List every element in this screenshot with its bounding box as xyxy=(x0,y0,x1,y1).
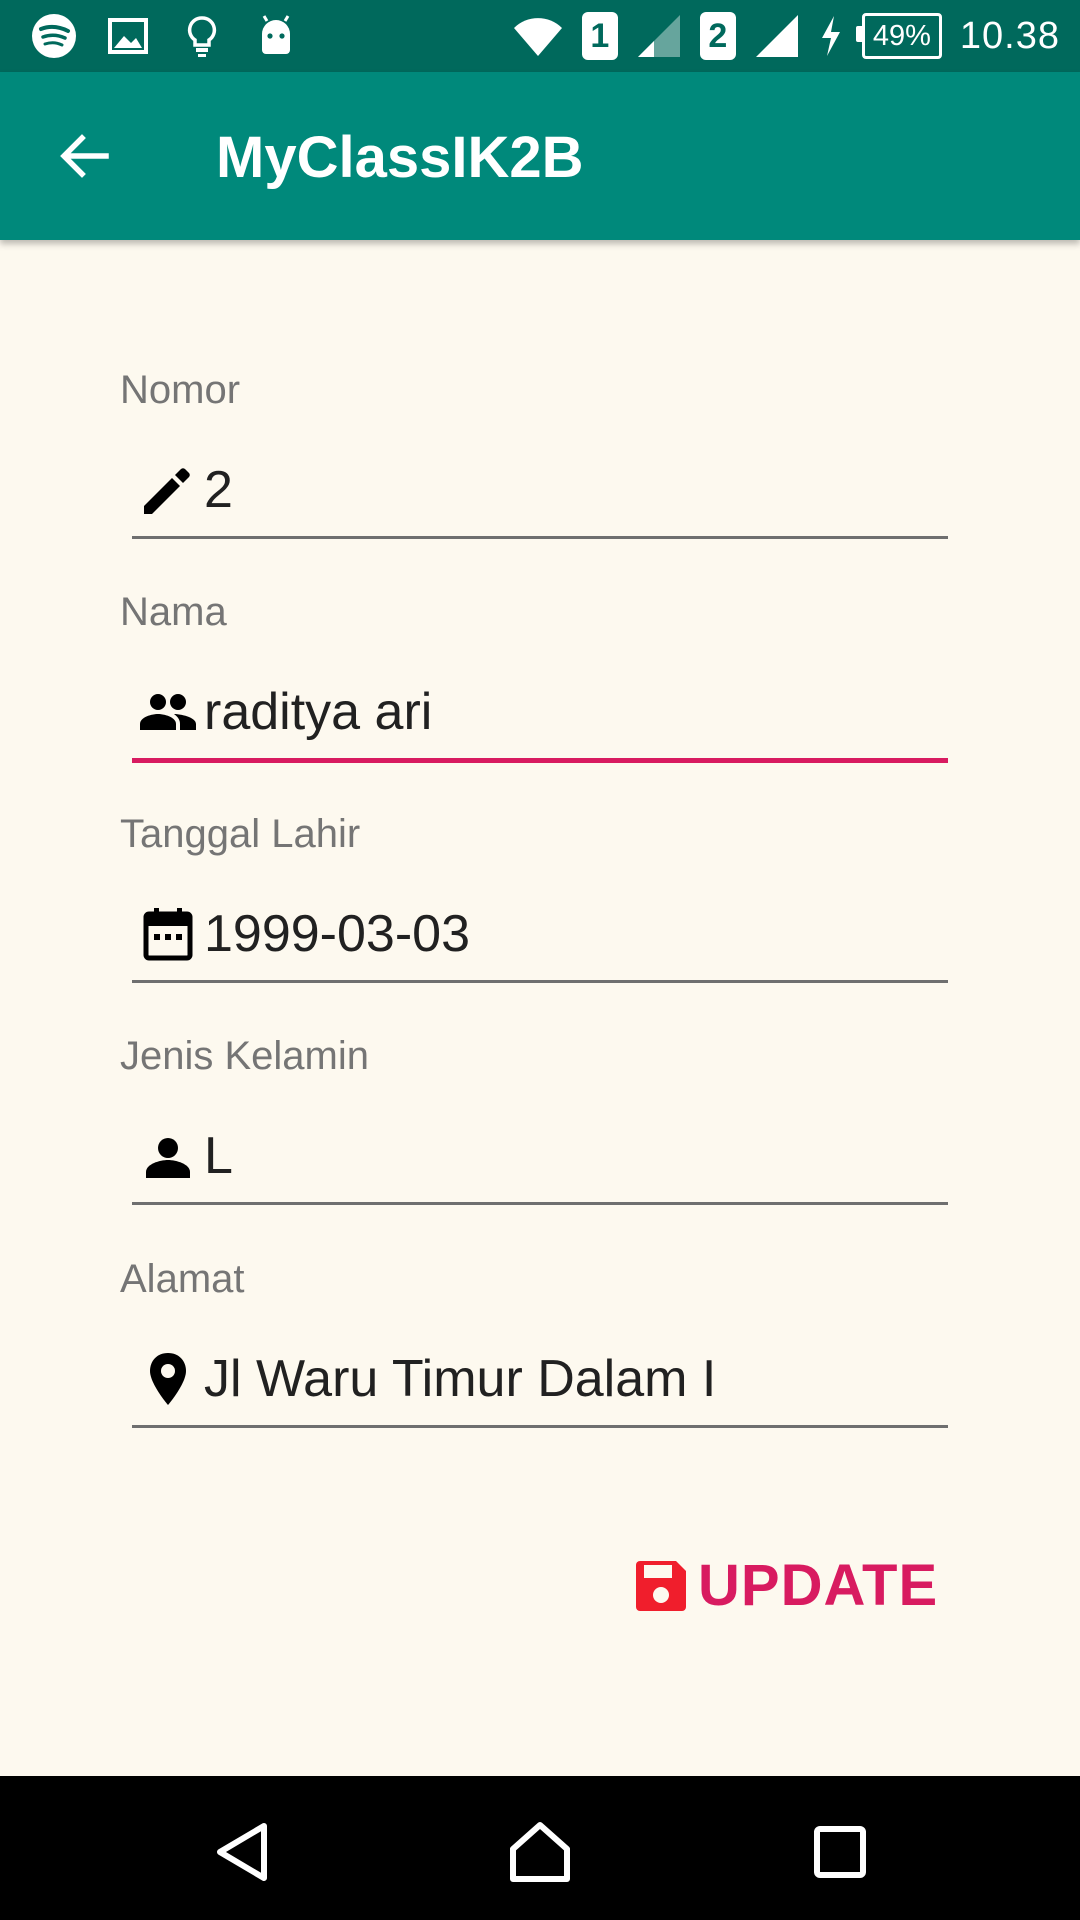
tanggal-lahir-input[interactable]: 1999-03-03 xyxy=(132,888,948,983)
clock: 10.38 xyxy=(959,14,1060,57)
recents-icon xyxy=(814,1826,866,1878)
field-tanggal-lahir: Tanggal Lahir 1999-03-03 xyxy=(0,810,1080,1032)
back-triangle-icon xyxy=(217,1823,267,1881)
lightbulb-icon xyxy=(187,16,217,57)
field-jenis-kelamin: Jenis Kelamin L xyxy=(0,1032,1080,1254)
alamat-value: Jl Waru Timur Dalam I xyxy=(204,1350,717,1408)
alamat-input[interactable]: Jl Waru Timur Dalam I xyxy=(132,1333,948,1428)
nama-value: raditya ari xyxy=(204,683,433,741)
spotify-icon xyxy=(32,14,76,58)
android-icon xyxy=(262,15,290,54)
field-nama: Nama raditya ari xyxy=(0,588,1080,810)
signal-weak-icon xyxy=(637,15,680,57)
field-label: Nama xyxy=(120,590,227,634)
page-title: MyClassIK2B xyxy=(216,125,584,190)
field-nomor: Nomor 2 xyxy=(0,366,1080,588)
sim2-badge: 2 xyxy=(699,12,736,60)
sim1-badge: 1 xyxy=(581,12,618,60)
navigation-bar xyxy=(0,1776,1080,1920)
nav-back-button[interactable] xyxy=(202,1812,282,1892)
nomor-input[interactable]: 2 xyxy=(132,444,948,539)
notification-icons xyxy=(30,10,300,62)
system-icons: 1 2 49% 10.38 xyxy=(512,8,1060,64)
nav-home-button[interactable] xyxy=(500,1812,580,1892)
field-label: Nomor xyxy=(120,368,241,412)
home-icon xyxy=(510,1822,570,1882)
nav-recents-button[interactable] xyxy=(800,1812,880,1892)
back-button[interactable] xyxy=(44,116,124,196)
calendar-icon xyxy=(143,908,193,961)
save-icon xyxy=(636,1561,686,1611)
update-button-label: UPDATE xyxy=(698,1553,939,1618)
jenis-kelamin-input[interactable]: L xyxy=(132,1110,948,1205)
signal-full-icon xyxy=(755,15,798,57)
nama-input[interactable]: raditya ari xyxy=(132,666,948,763)
pencil-icon xyxy=(144,468,190,514)
location-pin-icon xyxy=(150,1353,186,1405)
person-icon xyxy=(146,1138,190,1178)
battery-indicator: 49% xyxy=(855,13,942,59)
field-label: Alamat xyxy=(120,1257,245,1301)
app-bar: MyClassIK2B xyxy=(0,72,1080,240)
field-alamat: Alamat Jl Waru Timur Dalam I xyxy=(0,1255,1080,1477)
field-label: Jenis Kelamin xyxy=(120,1034,370,1078)
field-label: Tanggal Lahir xyxy=(120,812,361,856)
wifi-icon xyxy=(513,18,562,56)
tanggal-lahir-value: 1999-03-03 xyxy=(204,905,470,963)
jenis-kelamin-value: L xyxy=(204,1127,233,1185)
nomor-value: 2 xyxy=(204,461,233,519)
people-icon xyxy=(140,694,196,730)
update-button[interactable]: UPDATE xyxy=(632,1548,938,1624)
arrow-back-icon xyxy=(60,134,109,178)
status-bar: 1 2 49% 10.38 xyxy=(0,0,1080,72)
image-icon xyxy=(108,18,148,54)
charging-bolt-icon xyxy=(821,16,840,56)
